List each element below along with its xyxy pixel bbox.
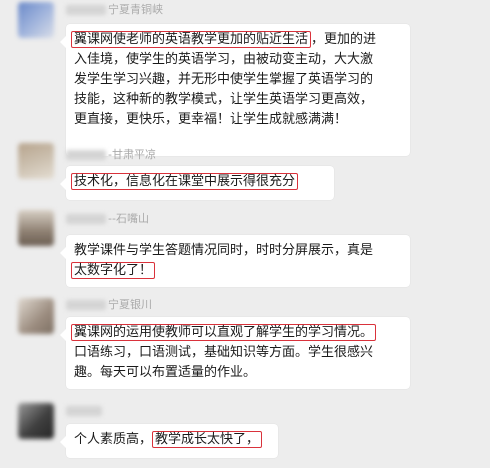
message-text: 个人素质高， — [74, 432, 153, 447]
highlight-box: 翼课网使老师的英语教学更加的贴近生活 — [71, 31, 312, 48]
sender-name — [66, 404, 104, 418]
message-line: 教学课件与学生答题情况同时，时时分屏展示，真是 — [74, 243, 374, 258]
sender-name: --石嘴山 — [66, 212, 149, 226]
sender-location: -甘肃平凉 — [108, 148, 156, 161]
message-bubble[interactable]: 技术化，信息化在课堂中展示得很充分 — [60, 166, 334, 200]
highlight-box: 翼课网的运用使教师可以直观了解学生的学习情况。 — [71, 324, 377, 341]
highlight-box: 技术化，信息化在课堂中展示得很充分 — [71, 173, 299, 190]
message-bubble[interactable]: 个人素质高， 教学成长太快了， — [60, 424, 278, 458]
sender-location: 宁夏银川 — [108, 298, 152, 311]
blurred-name-part — [66, 150, 106, 160]
highlight-box: 教学成长太快了， — [152, 431, 263, 448]
message-line: 翼课网的运用使教师可以直观了解学生的学习情况。 — [71, 323, 402, 343]
blurred-name-part — [66, 300, 106, 310]
message-line: 技能，这种新的教学模式，让学生英语学习更高效， — [74, 92, 374, 107]
sender-name: 宁夏银川 — [66, 298, 152, 312]
message-line: 更直接，更快乐，更幸福！让学生成就感满满！ — [74, 112, 348, 127]
message-bubble[interactable]: 翼课网的运用使教师可以直观了解学生的学习情况。 口语练习，口语测试，基础知识等方… — [60, 317, 410, 389]
message-line: 发学生学习兴趣，并无形中使学生掌握了英语学习的 — [74, 72, 374, 87]
blurred-name-part — [66, 5, 106, 15]
message-bubble[interactable]: 翼课网使老师的英语教学更加的贴近生活 ，更加的进 入佳境，使学生的英语学习，由被动… — [60, 24, 410, 156]
sender-name: 宁夏青铜峡 — [66, 3, 163, 17]
avatar[interactable] — [18, 210, 54, 246]
message-line: 个人素质高， 教学成长太快了， — [74, 430, 270, 450]
message-line: 趣。每天可以布置适量的作业。 — [74, 365, 257, 380]
message-bubble[interactable]: 教学课件与学生答题情况同时，时时分屏展示，真是 太数字化了！ — [60, 235, 410, 287]
blurred-name-part — [66, 214, 106, 224]
message-line: 翼课网使老师的英语教学更加的贴近生活 ，更加的进 — [71, 30, 402, 50]
sender-name: -甘肃平凉 — [66, 148, 156, 162]
message-line: 太数字化了！ — [71, 261, 402, 281]
sender-location: --石嘴山 — [108, 212, 149, 225]
avatar[interactable] — [18, 2, 54, 38]
message-text: ，更加的进 — [311, 32, 377, 47]
highlight-box: 太数字化了！ — [71, 262, 156, 279]
sender-location: 宁夏青铜峡 — [108, 3, 163, 16]
message-line: 技术化，信息化在课堂中展示得很充分 — [71, 172, 326, 192]
avatar[interactable] — [18, 403, 54, 439]
message-line: 口语练习，口语测试，基础知识等方面。学生很感兴 — [74, 345, 374, 360]
blurred-name-part — [66, 406, 102, 416]
message-line: 入佳境，使学生的英语学习，由被动变主动，大大激 — [74, 52, 374, 67]
avatar[interactable] — [18, 143, 54, 179]
avatar[interactable] — [18, 298, 54, 334]
